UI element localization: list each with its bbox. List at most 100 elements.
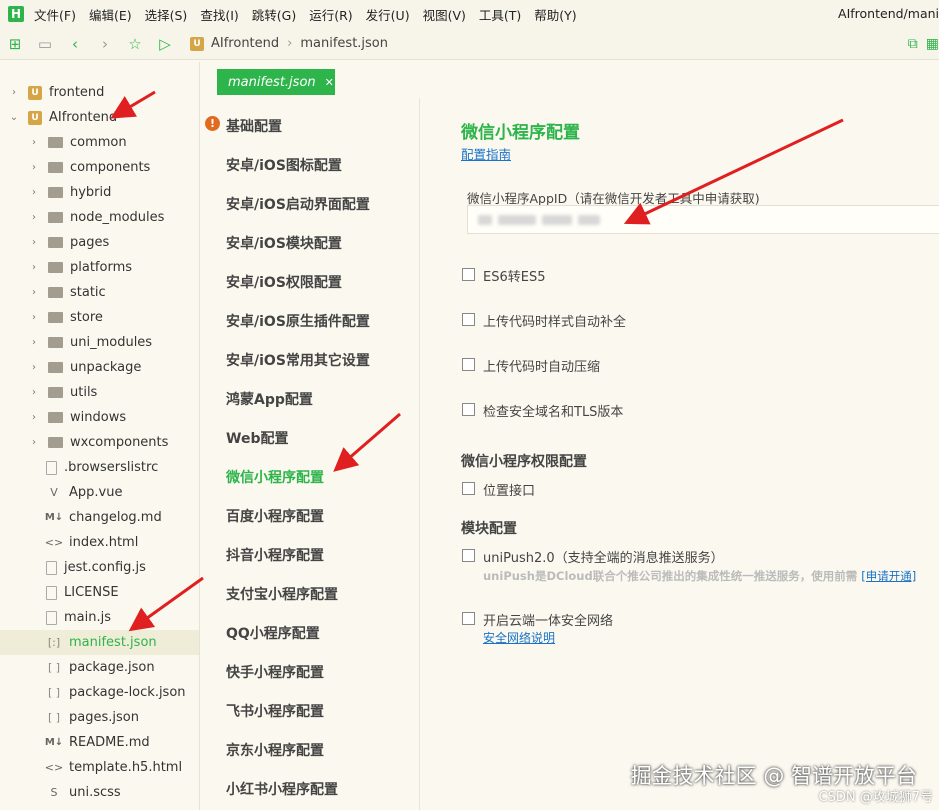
tree-file[interactable]: <> index.html	[45, 530, 139, 555]
tree-folder[interactable]: › unpackage	[28, 355, 141, 380]
tree-project-aifrontend[interactable]: ⌄ U AIfrontend	[8, 105, 117, 130]
checkbox-unipush[interactable]	[462, 549, 475, 562]
chevron-right-icon[interactable]: ›	[28, 287, 40, 298]
tree-file[interactable]: [:] manifest.json	[0, 630, 199, 655]
checkbox-es6[interactable]	[462, 268, 475, 281]
folder-icon	[48, 312, 63, 323]
tree-file[interactable]: <> template.h5.html	[45, 755, 182, 780]
menu-publish[interactable]: 发行(U)	[366, 5, 410, 24]
chevron-right-icon[interactable]: ›	[28, 187, 40, 198]
config-nav-item[interactable]: 飞书小程序配置	[226, 701, 324, 721]
chevron-right-icon[interactable]: ›	[28, 262, 40, 273]
file-icon	[46, 460, 57, 475]
unipush-apply-link[interactable]: [申请开通]	[861, 569, 916, 583]
config-nav-item[interactable]: 鸿蒙App配置	[226, 389, 313, 409]
chevron-right-icon[interactable]: ›	[28, 312, 40, 323]
tree-file[interactable]: [ ] package-lock.json	[46, 680, 186, 705]
back-icon[interactable]: ‹	[60, 35, 90, 53]
menu-view[interactable]: 视图(V)	[423, 5, 466, 24]
checkbox-postcss[interactable]	[462, 313, 475, 326]
config-nav-item[interactable]: QQ小程序配置	[226, 623, 320, 643]
config-nav-item[interactable]: 微信小程序配置	[226, 467, 324, 487]
tree-file[interactable]: LICENSE	[46, 580, 119, 605]
menu-select[interactable]: 选择(S)	[145, 5, 188, 24]
config-guide-link[interactable]: 配置指南	[461, 144, 511, 163]
chevron-right-icon[interactable]: ›	[28, 387, 40, 398]
config-nav-item[interactable]: 京东小程序配置	[226, 740, 324, 760]
config-nav-item[interactable]: 抖音小程序配置	[226, 545, 324, 565]
chevron-right-icon[interactable]: ›	[28, 337, 40, 348]
tree-folder[interactable]: › store	[28, 305, 103, 330]
tree-file[interactable]: M↓ README.md	[44, 730, 150, 755]
tab-manifest[interactable]: manifest.json ✕	[217, 69, 335, 95]
csdn-watermark: CSDN @攻城狮7号	[818, 790, 933, 805]
tree-folder[interactable]: › node_modules	[28, 205, 164, 230]
tree-folder[interactable]: › platforms	[28, 255, 132, 280]
config-nav-item[interactable]: 安卓/iOS常用其它设置	[226, 350, 370, 370]
menu-edit[interactable]: 编辑(E)	[89, 5, 132, 24]
tree-folder[interactable]: › pages	[28, 230, 109, 255]
tree-file[interactable]: [ ] package.json	[46, 655, 155, 680]
menu-goto[interactable]: 跳转(G)	[252, 5, 296, 24]
config-nav-item[interactable]: Web配置	[226, 428, 288, 448]
menu-tools[interactable]: 工具(T)	[479, 5, 521, 24]
checkbox-urlcheck[interactable]	[462, 403, 475, 416]
panel-toggle-icon[interactable]: ▦	[926, 36, 939, 52]
chevron-right-icon[interactable]: ›	[28, 137, 40, 148]
file-icon: M↓	[44, 737, 64, 748]
chevron-down-icon[interactable]: ⌄	[8, 112, 20, 123]
tree-folder[interactable]: › wxcomponents	[28, 430, 168, 455]
tab-label: manifest.json	[228, 74, 316, 90]
save-icon[interactable]: ▭	[30, 35, 60, 53]
config-nav-item[interactable]: 小红书小程序配置	[226, 779, 338, 799]
chevron-right-icon[interactable]: ›	[28, 162, 40, 173]
config-nav-item[interactable]: 快手小程序配置	[226, 662, 324, 682]
appid-input[interactable]	[467, 205, 939, 234]
tree-file[interactable]: M↓ changelog.md	[45, 505, 162, 530]
tree-file[interactable]: jest.config.js	[46, 555, 146, 580]
menu-file[interactable]: 文件(F)	[34, 5, 76, 24]
config-nav-item[interactable]: 基础配置	[226, 116, 282, 136]
tree-folder[interactable]: › components	[28, 155, 150, 180]
config-nav-item[interactable]: 安卓/iOS权限配置	[226, 272, 342, 292]
checkbox-location[interactable]	[462, 482, 475, 495]
tree-folder[interactable]: › common	[28, 130, 127, 155]
config-nav-item[interactable]: 安卓/iOS图标配置	[226, 155, 342, 175]
breadcrumb-project[interactable]: AIfrontend	[211, 36, 279, 51]
chevron-right-icon[interactable]: ›	[28, 212, 40, 223]
tree-folder[interactable]: › hybrid	[28, 180, 111, 205]
chevron-right-icon[interactable]: ›	[28, 362, 40, 373]
checkbox-secure-network[interactable]	[462, 612, 475, 625]
menu-help[interactable]: 帮助(Y)	[534, 5, 576, 24]
chevron-right-icon[interactable]: ›	[28, 412, 40, 423]
tree-folder[interactable]: › utils	[28, 380, 97, 405]
menu-find[interactable]: 查找(I)	[200, 5, 238, 24]
new-file-icon[interactable]: ⊞	[0, 35, 30, 53]
tree-file[interactable]: .browserslistrc	[46, 455, 158, 480]
star-icon[interactable]: ☆	[120, 35, 150, 53]
checkbox-minify[interactable]	[462, 358, 475, 371]
tree-folder[interactable]: › static	[28, 280, 106, 305]
tree-folder[interactable]: › windows	[28, 405, 126, 430]
config-nav-item[interactable]: 支付宝小程序配置	[226, 584, 338, 604]
config-nav-item[interactable]: 安卓/iOS模块配置	[226, 233, 342, 253]
tree-file[interactable]: V App.vue	[46, 480, 122, 505]
config-nav-item[interactable]: 安卓/iOS启动界面配置	[226, 194, 370, 214]
chevron-right-icon[interactable]: ›	[28, 437, 40, 448]
tree-file[interactable]: main.js	[46, 605, 111, 630]
chevron-right-icon[interactable]: ›	[8, 87, 20, 98]
config-nav-item[interactable]: 安卓/iOS原生插件配置	[226, 311, 370, 331]
secure-network-link[interactable]: 安全网络说明	[483, 629, 555, 646]
tab-close-icon[interactable]: ✕	[325, 76, 334, 89]
tree-project-frontend[interactable]: › Ufrontend	[8, 80, 104, 105]
tree-file[interactable]: [ ] pages.json	[46, 705, 139, 730]
tree-folder[interactable]: › uni_modules	[28, 330, 152, 355]
chevron-right-icon[interactable]: ›	[28, 237, 40, 248]
preview-icon[interactable]: ⧉	[908, 36, 918, 52]
forward-icon[interactable]: ›	[90, 35, 120, 53]
breadcrumb-file[interactable]: manifest.json	[300, 36, 388, 51]
tree-file[interactable]: Suni.scss	[46, 780, 121, 805]
config-nav-item[interactable]: 百度小程序配置	[226, 506, 324, 526]
run-icon[interactable]: ▷	[150, 35, 180, 53]
menu-run[interactable]: 运行(R)	[309, 5, 352, 24]
